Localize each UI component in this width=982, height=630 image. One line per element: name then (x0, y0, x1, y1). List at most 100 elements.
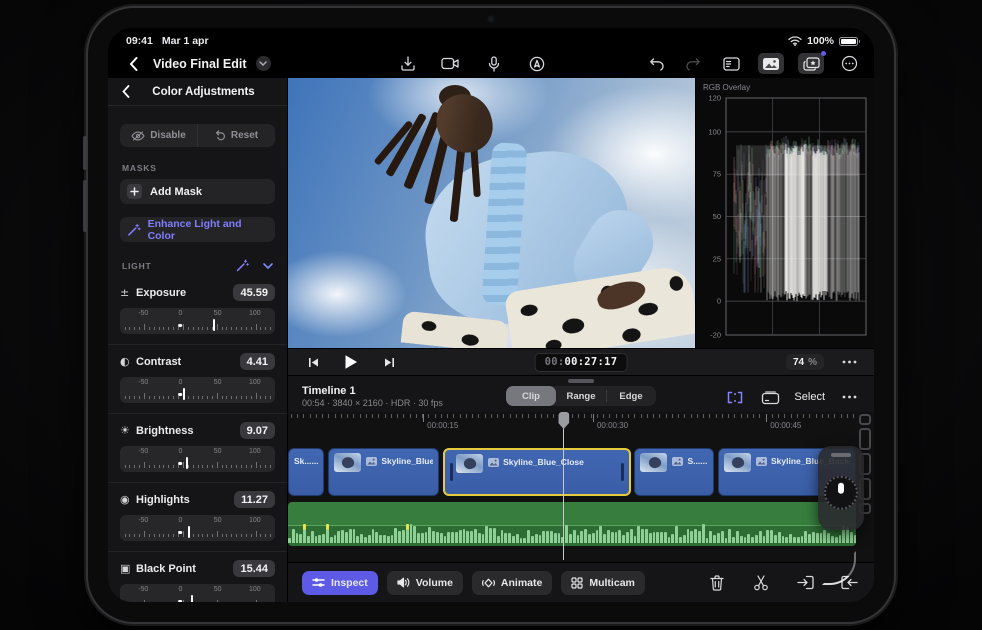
timeline-drag-handle[interactable] (568, 379, 594, 383)
effects-browser-icon[interactable] (798, 51, 826, 74)
insert-icon[interactable] (794, 573, 816, 593)
exposure-value[interactable]: 45.59 (233, 284, 275, 301)
back-icon[interactable] (122, 54, 144, 74)
black-point-label: Black Point (136, 562, 196, 575)
black-point-slider[interactable]: -50 0 50 100 (120, 584, 275, 602)
jog-grab-handle[interactable] (831, 453, 851, 457)
ipad-device-frame: 09:41 Mar 1 apr 100% Video Final Edit Co… (83, 8, 894, 622)
timeline-name: Timeline 1 (302, 384, 356, 397)
select-tool-label[interactable]: Select (794, 391, 825, 403)
audio-clip[interactable] (288, 502, 856, 546)
status-date: Mar 1 apr (161, 35, 209, 47)
camera-icon[interactable] (440, 54, 462, 74)
jog-dial[interactable] (824, 475, 858, 510)
volume-icon (397, 577, 410, 588)
next-frame-icon[interactable] (378, 352, 400, 372)
viewer-zoom-level[interactable]: 74% (785, 354, 824, 370)
disable-reset-segment: Disable Reset (120, 124, 275, 147)
snapping-icon[interactable] (724, 387, 746, 407)
clip-appearance-icon[interactable] (759, 387, 781, 407)
front-camera (488, 16, 494, 22)
light-auto-enhance-icon[interactable] (236, 259, 249, 272)
play-button[interactable] (340, 352, 362, 372)
magic-wand-icon (128, 223, 141, 236)
brightness-slider[interactable]: -50 0 50 100 (120, 446, 275, 472)
black-point-icon: ▣ (120, 562, 131, 575)
volume-button[interactable]: Volume (386, 570, 463, 595)
add-mask-button[interactable]: Add Mask (120, 179, 275, 204)
scope-title: RGB Overlay (703, 83, 751, 92)
adjustment-exposure: ± Exposure 45.59 -50 0 50 100 (108, 276, 287, 344)
timeline-header: Timeline 1 00:54 · 3840 × 2160 · HDR · 3… (288, 376, 874, 412)
ruler-label: 00:00:15 (427, 421, 459, 430)
animate-button[interactable]: Animate (471, 570, 553, 595)
brightness-label: Brightness (136, 424, 194, 437)
contrast-icon: ◐ (120, 355, 130, 368)
clip-thumbnail (640, 453, 668, 472)
pencil-tool-icon[interactable] (526, 54, 548, 74)
previous-frame-icon[interactable] (302, 352, 324, 372)
scope-axis-label: 120 (708, 94, 721, 103)
disable-button[interactable]: Disable (120, 124, 198, 147)
panel-back-icon[interactable] (120, 82, 132, 102)
viewer-more-icon[interactable] (838, 352, 860, 372)
timecode-display[interactable]: 00:00:27:17 (534, 352, 628, 372)
playhead[interactable] (558, 412, 570, 560)
import-icon[interactable] (397, 54, 419, 74)
timeline[interactable]: 00:00:15 00:00:30 00:00:45 Sk...... Skyli… (288, 412, 874, 562)
panel-title: Color Adjustments (152, 85, 255, 98)
mode-edge[interactable]: Edge (606, 386, 656, 406)
undo-icon[interactable] (646, 54, 668, 74)
jog-wheel[interactable] (818, 446, 864, 530)
clip-thumbnail (456, 454, 484, 473)
status-bar: 09:41 Mar 1 apr 100% (108, 28, 874, 50)
exposure-slider[interactable]: -50 0 50 100 (120, 308, 275, 334)
adjustment-brightness: ☀ Brightness 9.07 -50 0 50 100 (108, 413, 287, 482)
more-icon[interactable] (838, 54, 860, 74)
append-icon[interactable] (838, 573, 860, 593)
project-title[interactable]: Video Final Edit (153, 57, 247, 71)
clip-skyline-blue-close[interactable]: Skyline_Blue_Close (443, 448, 631, 496)
project-title-menu[interactable] (255, 56, 271, 71)
contrast-value[interactable]: 4.41 (239, 353, 275, 370)
scope-axis-label: -20 (710, 331, 721, 340)
highlights-slider[interactable]: -50 0 50 100 (120, 515, 275, 541)
media-browser-icon[interactable] (758, 53, 784, 74)
multicam-button[interactable]: Multicam (561, 570, 645, 595)
inspect-icon (312, 577, 325, 588)
timeline-more-icon[interactable] (838, 387, 860, 407)
clip-s-[interactable]: S...... (634, 448, 714, 496)
mode-clip[interactable]: Clip (506, 386, 556, 406)
toolbar: Video Final Edit (108, 50, 874, 77)
inspector-icon[interactable] (718, 53, 744, 74)
ruler-label: 00:00:30 (596, 421, 629, 430)
brightness-value[interactable]: 9.07 (239, 422, 275, 439)
microphone-icon[interactable] (483, 54, 505, 74)
battery-icon (839, 36, 860, 46)
black-point-value[interactable]: 15.44 (233, 560, 275, 577)
timeline-ruler[interactable]: 00:00:15 00:00:30 00:00:45 (288, 412, 856, 440)
mode-range[interactable]: Range (556, 386, 606, 406)
battery-percent: 100% (807, 35, 834, 47)
adjustment-highlights: ◉ Highlights 11.27 -50 0 50 100 (108, 482, 287, 551)
exposure-label: Exposure (136, 286, 187, 299)
video-viewer[interactable] (288, 78, 695, 348)
status-time: 09:41 (126, 35, 153, 47)
inspect-button[interactable]: Inspect (302, 570, 378, 595)
timeline-clips-track: Sk...... Skyline_Blue_Wide Skyline_Blue_Cl… (288, 448, 856, 496)
effects-badge (821, 51, 826, 56)
scope-axis-label: 50 (713, 212, 721, 221)
redo-icon (682, 54, 704, 74)
clip-sk-[interactable]: Sk...... (288, 448, 324, 496)
highlights-value[interactable]: 11.27 (234, 491, 275, 508)
clip-label: S...... (672, 456, 707, 466)
reset-button[interactable]: Reset (198, 124, 275, 147)
clip-thumbnail (334, 453, 362, 472)
trash-icon[interactable] (706, 573, 728, 593)
blade-icon[interactable] (750, 573, 772, 593)
exposure-icon: ± (120, 286, 130, 299)
light-collapse-icon[interactable] (263, 262, 273, 269)
contrast-slider[interactable]: -50 0 50 100 (120, 377, 275, 403)
clip-skyline-blue-wide[interactable]: Skyline_Blue_Wide (328, 448, 439, 496)
enhance-light-color-button[interactable]: Enhance Light and Color (120, 217, 275, 242)
